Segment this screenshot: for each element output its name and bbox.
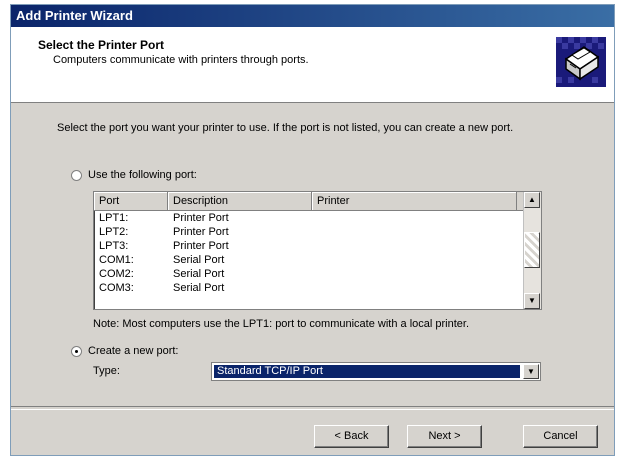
description-cell: Printer Port	[173, 226, 229, 238]
printer-cell	[312, 281, 517, 295]
port-list-rows: LPT1: Printer Port LPT2: Printer Port LP…	[94, 211, 541, 295]
printer-cell	[312, 211, 517, 225]
next-button[interactable]: Next >	[407, 425, 482, 448]
port-type-value: Standard TCP/IP Port	[214, 365, 520, 378]
table-row[interactable]: LPT3: Printer Port	[94, 239, 541, 253]
port-cell: LPT1:	[99, 212, 129, 224]
table-row[interactable]: COM2: Serial Port	[94, 267, 541, 281]
printer-cell	[312, 253, 517, 267]
scroll-down-icon[interactable]: ▼	[524, 293, 540, 309]
description-cell: Serial Port	[173, 254, 225, 266]
port-type-select[interactable]: Standard TCP/IP Port ▼	[211, 362, 541, 381]
back-button[interactable]: < Back	[314, 425, 389, 448]
header-subtitle: Computers communicate with printers thro…	[53, 54, 309, 66]
use-existing-port-label: Use the following port:	[88, 169, 197, 181]
port-list[interactable]: Port Description Printer LPT1: Printer P…	[93, 191, 542, 310]
add-printer-wizard-window: Add Printer Wizard Select the Printer Po…	[10, 4, 615, 456]
description-cell: Serial Port	[173, 268, 225, 280]
column-printer[interactable]: Printer	[312, 192, 517, 210]
chevron-down-icon[interactable]: ▼	[523, 364, 539, 379]
port-list-header: Port Description Printer	[94, 192, 541, 211]
description-cell: Printer Port	[173, 212, 229, 224]
use-existing-port-option[interactable]: Use the following port:	[71, 169, 197, 181]
footer-separator	[11, 406, 614, 410]
port-cell: COM3:	[99, 282, 134, 294]
port-cell: LPT2:	[99, 226, 129, 238]
scroll-thumb[interactable]	[524, 232, 540, 268]
port-type-label: Type:	[93, 365, 120, 377]
header-title: Select the Printer Port	[38, 38, 165, 52]
printer-cell	[312, 239, 517, 253]
port-note: Note: Most computers use the LPT1: port …	[93, 318, 470, 330]
scroll-up-icon[interactable]: ▲	[524, 192, 540, 208]
printer-port-icon	[556, 37, 606, 87]
printer-cell	[312, 225, 517, 239]
cancel-button[interactable]: Cancel	[523, 425, 598, 448]
table-row[interactable]: LPT1: Printer Port	[94, 211, 541, 225]
column-description[interactable]: Description	[168, 192, 312, 210]
printer-cell	[312, 267, 517, 281]
description-cell: Printer Port	[173, 240, 229, 252]
window-title: Add Printer Wizard	[11, 5, 614, 27]
create-new-port-option[interactable]: Create a new port:	[71, 345, 179, 357]
port-cell: COM2:	[99, 268, 134, 280]
table-row[interactable]: LPT2: Printer Port	[94, 225, 541, 239]
table-row[interactable]: COM3: Serial Port	[94, 281, 541, 295]
create-new-port-radio[interactable]	[71, 345, 82, 357]
column-port[interactable]: Port	[94, 192, 168, 210]
description-cell: Serial Port	[173, 282, 225, 294]
wizard-header: Select the Printer Port Computers commun…	[11, 27, 614, 103]
port-list-scrollbar[interactable]: ▲ ▼	[523, 192, 541, 309]
table-row[interactable]: COM1: Serial Port	[94, 253, 541, 267]
create-new-port-label: Create a new port:	[88, 345, 179, 357]
port-cell: COM1:	[99, 254, 134, 266]
wizard-content: Select the port you want your printer to…	[11, 102, 614, 402]
intro-text: Select the port you want your printer to…	[57, 122, 514, 134]
port-cell: LPT3:	[99, 240, 129, 252]
use-existing-port-radio[interactable]	[71, 169, 82, 181]
